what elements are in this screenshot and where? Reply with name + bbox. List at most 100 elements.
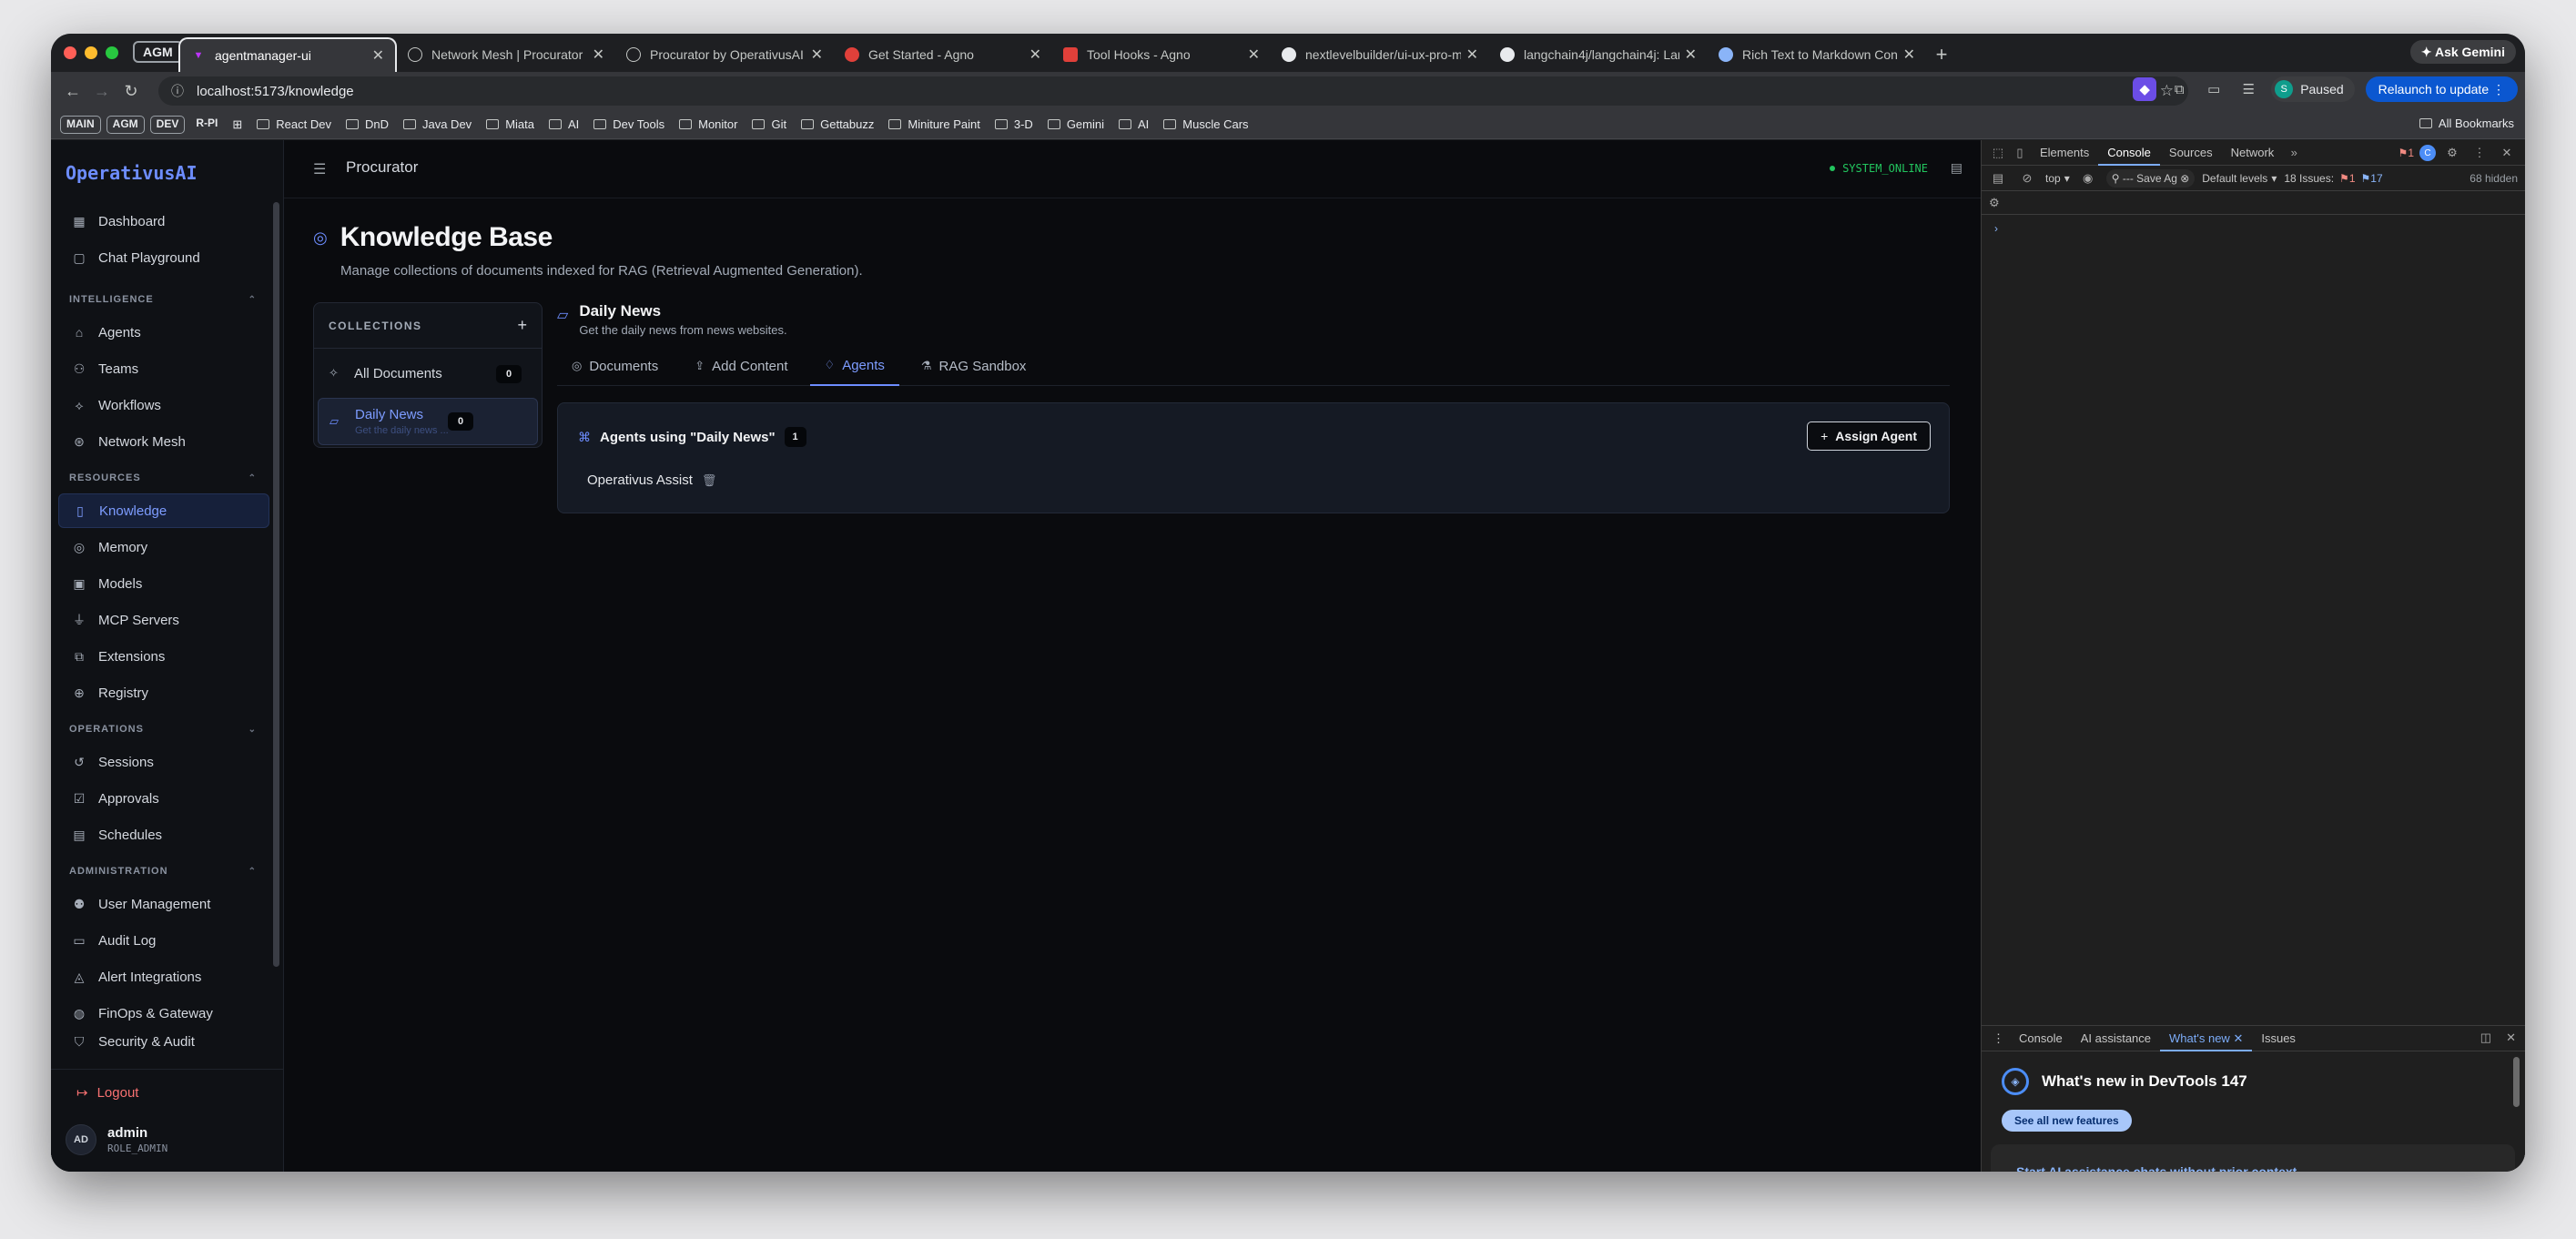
section-operations[interactable]: OPERATIONS ⌄ xyxy=(58,714,269,745)
address-bar[interactable]: ⓘ localhost:5173/knowledge ☆ xyxy=(158,76,2188,106)
close-icon[interactable]: ✕ xyxy=(2233,1031,2243,1045)
sidebar-scrollbar[interactable] xyxy=(273,202,279,967)
close-window-button[interactable] xyxy=(64,46,76,59)
menu-icon[interactable]: ☰ xyxy=(313,160,326,178)
drawer-tab[interactable]: Console xyxy=(2010,1026,2072,1051)
sidebar-item-knowledge[interactable]: ▯ Knowledge xyxy=(58,493,269,528)
bookmark-pill[interactable]: MAIN xyxy=(60,115,101,134)
eye-icon[interactable]: ◉ xyxy=(2077,168,2099,189)
browser-tab[interactable]: Rich Text to Markdown Conve ✕ xyxy=(1708,37,1926,72)
devtools-tab[interactable]: Elements xyxy=(2031,140,2098,166)
sidebar-item-extensions[interactable]: ⧉ Extensions xyxy=(58,639,269,674)
url-text[interactable]: localhost:5173/knowledge xyxy=(197,84,354,99)
more-tabs-icon[interactable]: » xyxy=(2283,142,2305,164)
maximize-window-button[interactable] xyxy=(106,46,118,59)
close-icon[interactable]: ✕ xyxy=(2496,142,2518,164)
logout-button[interactable]: ↦ Logout xyxy=(76,1084,138,1102)
device-toggle-icon[interactable]: ▯ xyxy=(2009,142,2031,164)
bookmark-folder[interactable]: Monitor xyxy=(679,117,737,131)
section-administration[interactable]: ADMINISTRATION ⌃ xyxy=(58,856,269,887)
more-vert-icon[interactable]: ⋮ xyxy=(1987,1031,2010,1046)
section-resources[interactable]: RESOURCES ⌃ xyxy=(58,462,269,493)
drawer-tab[interactable]: AI assistance xyxy=(2072,1026,2160,1051)
sidebar-item-teams[interactable]: ⚇ Teams xyxy=(58,351,269,386)
close-tab-icon[interactable]: ✕ xyxy=(372,46,384,65)
sidebar-item-schedules[interactable]: ▤ Schedules xyxy=(58,818,269,852)
gear-icon[interactable]: ⚙ xyxy=(1989,196,2000,210)
warning-icon[interactable]: ⚑1 xyxy=(2399,147,2414,159)
user-profile[interactable]: AD admin ROLE_ADMIN xyxy=(66,1124,167,1155)
see-all-features-button[interactable]: See all new features xyxy=(2002,1110,2132,1132)
tab-group-agm[interactable]: AGM xyxy=(133,41,183,63)
forward-icon[interactable]: → xyxy=(87,76,117,106)
filter-input[interactable]: ⚲ --- Save Ag ⊗ xyxy=(2105,168,2196,188)
site-info-icon[interactable]: ⓘ xyxy=(171,82,184,100)
devtools-tab[interactable]: Network xyxy=(2222,140,2284,166)
bookmark-folder[interactable]: Dev Tools xyxy=(593,117,664,131)
brand-logo[interactable]: OperativusAI xyxy=(66,162,198,184)
extension-icon[interactable]: ◆ xyxy=(2133,77,2157,101)
levels-selector[interactable]: Default levels ▾ xyxy=(2202,172,2277,185)
bookmark-pill[interactable]: R-PI xyxy=(190,116,223,134)
sidebar-item-finops-gateway[interactable]: ◍ FinOps & Gateway xyxy=(58,996,269,1031)
bookmark-folder[interactable]: Gemini xyxy=(1047,117,1104,131)
issues-counter[interactable]: 18 Issues: ⚑1 ⚑17 xyxy=(2284,172,2382,185)
browser-tab[interactable]: Procurator by OperativusAI | ✕ xyxy=(615,37,834,72)
sidebar-item-audit-log[interactable]: ▭ Audit Log xyxy=(58,923,269,958)
browser-tab[interactable]: ▼ agentmanager-ui ✕ xyxy=(178,37,397,72)
bookmark-folder[interactable]: AI xyxy=(548,117,579,131)
sidebar-item-memory[interactable]: ◎ Memory xyxy=(58,530,269,564)
assign-agent-button[interactable]: + Assign Agent xyxy=(1807,421,1931,451)
bookmark-folder[interactable]: Java Dev xyxy=(402,117,472,131)
browser-tab[interactable]: langchain4j/langchain4j: Lang ✕ xyxy=(1489,37,1708,72)
clear-filter-icon[interactable]: ⊗ xyxy=(2177,172,2189,185)
close-tab-icon[interactable]: ✕ xyxy=(1248,46,1260,64)
all-bookmarks[interactable]: All Bookmarks xyxy=(2419,117,2514,130)
bookmark-folder[interactable]: DnD xyxy=(345,117,389,131)
collection-daily-news[interactable]: ▱ Daily News Get the daily news ... 0 xyxy=(318,398,538,445)
devtools-tab[interactable]: Console xyxy=(2098,140,2160,166)
collection-all-documents[interactable]: ✧ All Documents 0 xyxy=(318,354,538,392)
bookmark-folder[interactable]: AI xyxy=(1119,117,1149,131)
sidebar-item-sessions[interactable]: ↺ Sessions xyxy=(58,745,269,779)
cast-icon[interactable]: ▭ xyxy=(2202,77,2226,101)
close-tab-icon[interactable]: ✕ xyxy=(1903,46,1915,64)
puzzle-icon[interactable]: ⧉ xyxy=(2167,77,2191,101)
close-tab-icon[interactable]: ✕ xyxy=(1685,46,1697,64)
sidebar-item-workflows[interactable]: ⟡ Workflows xyxy=(58,388,269,422)
drawer-scrollbar[interactable] xyxy=(2513,1057,2520,1107)
reload-icon[interactable]: ↻ xyxy=(117,76,146,106)
context-selector[interactable]: top ▾ xyxy=(2045,172,2070,185)
profile-paused-button[interactable]: S Paused xyxy=(2271,76,2355,102)
more-vert-icon[interactable]: ⋮ xyxy=(2469,142,2490,164)
bookmark-pill[interactable]: AGM xyxy=(106,115,145,134)
bookmark-pill[interactable]: DEV xyxy=(149,115,186,134)
section-intelligence[interactable]: INTELLIGENCE ⌃ xyxy=(58,284,269,315)
browser-tab[interactable]: Network Mesh | Procurator by ✕ xyxy=(397,37,615,72)
bookmark-folder[interactable]: Miata xyxy=(486,117,534,131)
sidebar-item-network-mesh[interactable]: ⊛ Network Mesh xyxy=(58,424,269,459)
bookmark-folder[interactable]: Miniture Paint xyxy=(888,117,980,131)
tab-documents[interactable]: ◎ Documents xyxy=(557,346,673,386)
add-collection-button[interactable]: + xyxy=(517,316,527,335)
sidebar-item-agents[interactable]: ⌂ Agents xyxy=(58,315,269,350)
sidebar-item-registry[interactable]: ⊕ Registry xyxy=(58,675,269,710)
minimize-window-button[interactable] xyxy=(85,46,97,59)
new-tab-button[interactable]: + xyxy=(1926,37,1957,72)
close-tab-icon[interactable]: ✕ xyxy=(1029,46,1041,64)
clear-console-icon[interactable]: ⊘ xyxy=(2016,168,2038,189)
tab-search-icon[interactable]: ☰ xyxy=(2236,77,2260,101)
sidebar-item-security-audit[interactable]: ⛉ Security & Audit xyxy=(58,1032,269,1052)
sidebar-item-user-management[interactable]: ⚉ User Management xyxy=(58,887,269,921)
close-icon[interactable]: ✕ xyxy=(2506,1031,2516,1045)
sidebar-toggle-icon[interactable]: ▤ xyxy=(1987,168,2009,189)
trash-icon[interactable]: 🗑 xyxy=(702,473,717,488)
feature-link[interactable]: Start AI assistance chats without prior … xyxy=(2016,1164,2297,1172)
browser-tab[interactable]: Tool Hooks - Agno ✕ xyxy=(1052,37,1271,72)
sidebar-item-approvals[interactable]: ☑ Approvals xyxy=(58,781,269,816)
tab-add-content[interactable]: ⇪ Add Content xyxy=(680,346,802,386)
close-tab-icon[interactable]: ✕ xyxy=(593,46,604,64)
bookmark-folder[interactable]: 3-D xyxy=(994,117,1033,131)
ask-gemini-button[interactable]: ✦ Ask Gemini xyxy=(2409,40,2516,64)
tab-agents[interactable]: ♢ Agents xyxy=(809,346,899,386)
